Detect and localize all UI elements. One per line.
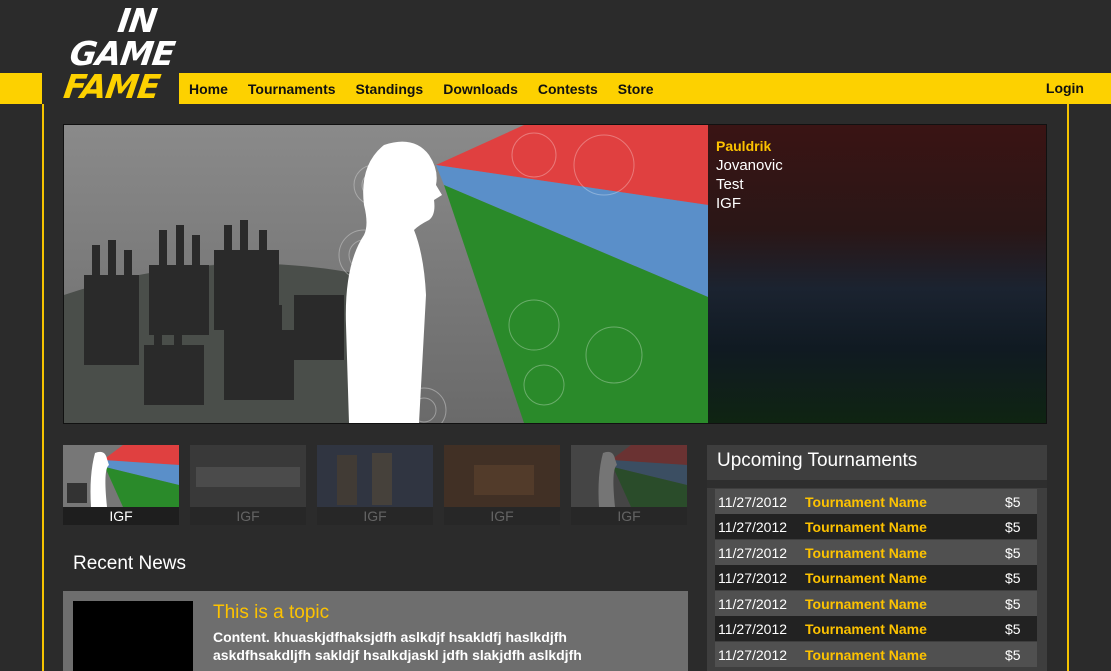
- thumb-1[interactable]: IGF: [63, 445, 179, 525]
- tournament-row[interactable]: 11/27/2012 Tournament Name $5: [715, 514, 1037, 539]
- tournament-date: 11/27/2012: [718, 544, 788, 561]
- site-logo[interactable]: IN GAME FAME: [61, 1, 176, 106]
- thumb-1-image: [63, 445, 179, 507]
- tournament-row[interactable]: 11/27/2012 Tournament Name $5: [715, 642, 1037, 667]
- hero-banner[interactable]: Pauldrik Jovanovic Test IGF: [63, 124, 1047, 424]
- thumb-3[interactable]: IGF: [317, 445, 433, 525]
- main-nav: Home Tournaments Standings Downloads Con…: [179, 73, 1111, 104]
- nav-standings[interactable]: Standings: [356, 81, 424, 97]
- nav-contests[interactable]: Contests: [538, 81, 598, 97]
- nav-bar-left-strip: [0, 73, 42, 104]
- nav-home[interactable]: Home: [189, 81, 228, 97]
- tournament-fee: $5: [1005, 595, 1021, 612]
- tournament-name[interactable]: Tournament Name: [805, 545, 1005, 561]
- tournament-fee: $5: [1005, 518, 1021, 535]
- tournament-name[interactable]: Tournament Name: [805, 647, 1005, 663]
- news-item[interactable]: This is a topic Content. khuaskjdfhaksjd…: [63, 591, 688, 671]
- news-content: Content. khuaskjdfhaksjdfh aslkdjf hsakl…: [213, 629, 582, 663]
- tournament-row[interactable]: 11/27/2012 Tournament Name $5: [715, 591, 1037, 616]
- thumb-3-caption: IGF: [317, 507, 433, 525]
- tournament-name[interactable]: Tournament Name: [805, 494, 1005, 510]
- tournament-date: 11/27/2012: [718, 518, 788, 535]
- thumb-2-image: [190, 445, 306, 507]
- logo-line-1: IN: [115, 1, 159, 40]
- thumb-4[interactable]: IGF: [444, 445, 560, 525]
- tournament-date: 11/27/2012: [718, 569, 788, 586]
- tournament-row[interactable]: 11/27/2012 Tournament Name $5: [715, 489, 1037, 514]
- tournament-name[interactable]: Tournament Name: [805, 570, 1005, 586]
- thumb-5-caption: IGF: [571, 507, 687, 525]
- hero-line-2: Test: [716, 176, 744, 193]
- tournament-row[interactable]: 11/27/2012 Tournament Name $5: [715, 540, 1037, 565]
- thumb-2[interactable]: IGF: [190, 445, 306, 525]
- upcoming-tournaments-panel: Upcoming Tournaments 11/27/2012 Tourname…: [707, 445, 1047, 671]
- tournament-name[interactable]: Tournament Name: [805, 596, 1005, 612]
- nav-downloads[interactable]: Downloads: [443, 81, 518, 97]
- tournament-fee: $5: [1005, 569, 1021, 586]
- logo-line-3: FAME: [61, 67, 163, 106]
- tournament-date: 11/27/2012: [718, 646, 788, 663]
- tournament-fee: $5: [1005, 646, 1021, 663]
- thumb-4-image: [444, 445, 560, 507]
- frame-left-line: [42, 104, 44, 671]
- tournament-fee: $5: [1005, 544, 1021, 561]
- thumb-5-image: [571, 445, 687, 507]
- nav-tournaments[interactable]: Tournaments: [248, 81, 336, 97]
- tournament-date: 11/27/2012: [718, 493, 788, 510]
- tournament-fee: $5: [1005, 493, 1021, 510]
- hero-player-name[interactable]: Pauldrik: [716, 137, 783, 156]
- nav-store[interactable]: Store: [618, 81, 654, 97]
- tournament-row[interactable]: 11/27/2012 Tournament Name $5: [715, 565, 1037, 590]
- hero-line-3: IGF: [716, 195, 741, 212]
- thumb-3-image: [317, 445, 433, 507]
- tournament-date: 11/27/2012: [718, 595, 788, 612]
- tournament-date: 11/27/2012: [718, 620, 788, 637]
- tournament-fee: $5: [1005, 620, 1021, 637]
- tournament-name[interactable]: Tournament Name: [805, 519, 1005, 535]
- upcoming-heading: Upcoming Tournaments: [717, 450, 918, 471]
- frame-right-line: [1067, 104, 1069, 671]
- thumb-4-caption: IGF: [444, 507, 560, 525]
- tournament-name[interactable]: Tournament Name: [805, 621, 1005, 637]
- hero-artwork: [64, 125, 708, 423]
- thumb-2-caption: IGF: [190, 507, 306, 525]
- news-thumbnail: [73, 601, 193, 671]
- hero-line-1: Jovanovic: [716, 157, 783, 174]
- upcoming-divider: [707, 480, 1047, 488]
- news-topic[interactable]: This is a topic: [213, 602, 329, 624]
- thumb-1-caption: IGF: [63, 507, 179, 525]
- logo-line-2: GAME: [67, 34, 177, 73]
- thumb-5[interactable]: IGF: [571, 445, 687, 525]
- recent-news-heading: Recent News: [73, 553, 186, 574]
- tournament-row[interactable]: 11/27/2012 Tournament Name $5: [715, 616, 1037, 641]
- login-link[interactable]: Login: [1046, 80, 1084, 96]
- hero-side-panel: Pauldrik Jovanovic Test IGF: [708, 125, 1046, 423]
